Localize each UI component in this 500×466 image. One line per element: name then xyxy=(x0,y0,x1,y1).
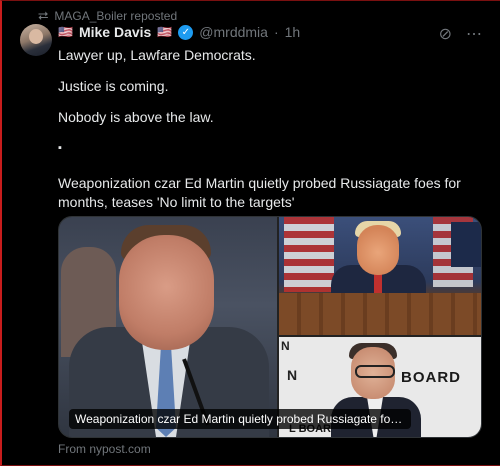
link-card-caption: Weaponization czar Ed Martin quietly pro… xyxy=(69,409,411,429)
post-actions: ⊘ ⋯ xyxy=(439,24,482,44)
post-time[interactable]: 1h xyxy=(285,24,301,40)
post-line-5: Weaponization czar Ed Martin quietly pro… xyxy=(58,175,461,210)
flag-icon: 🇺🇸 xyxy=(157,25,173,39)
sign-text-n-mid: N xyxy=(287,367,298,383)
verified-badge-icon: ✓ xyxy=(178,24,194,40)
repost-label: MAGA_Boiler reposted xyxy=(54,9,178,23)
more-icon[interactable]: ⋯ xyxy=(466,24,482,44)
separator: · xyxy=(273,24,279,40)
sign-text-board: BOARD xyxy=(401,369,461,386)
post-line-1: Lawyer up, Lawfare Democrats. xyxy=(58,47,256,63)
photo-trump xyxy=(279,217,481,335)
link-source[interactable]: From nypost.com xyxy=(58,442,151,456)
flag-icon: 🇺🇸 xyxy=(58,25,73,39)
author-handle[interactable]: @mrddmia xyxy=(199,24,268,40)
post-line-4: ▪ xyxy=(58,142,62,154)
repost-indicator[interactable]: ⮂ MAGA_Boiler reposted xyxy=(38,8,177,24)
link-card-media[interactable]: N N BOARD L BOARD Weaponization czar Ed … xyxy=(58,216,482,438)
post-header: 🇺🇸 Mike Davis 🇺🇸 ✓ @mrddmia · 1h xyxy=(58,24,300,40)
author-name[interactable]: Mike Davis xyxy=(79,24,151,40)
photo-ed-martin xyxy=(59,217,277,437)
avatar[interactable] xyxy=(20,24,52,56)
post-line-3: Nobody is above the law. xyxy=(58,109,214,125)
post-line-2: Justice is coming. xyxy=(58,78,169,94)
sign-text-n-top: N xyxy=(281,339,290,353)
grok-icon[interactable]: ⊘ xyxy=(439,24,452,44)
repost-icon: ⮂ xyxy=(38,8,49,23)
